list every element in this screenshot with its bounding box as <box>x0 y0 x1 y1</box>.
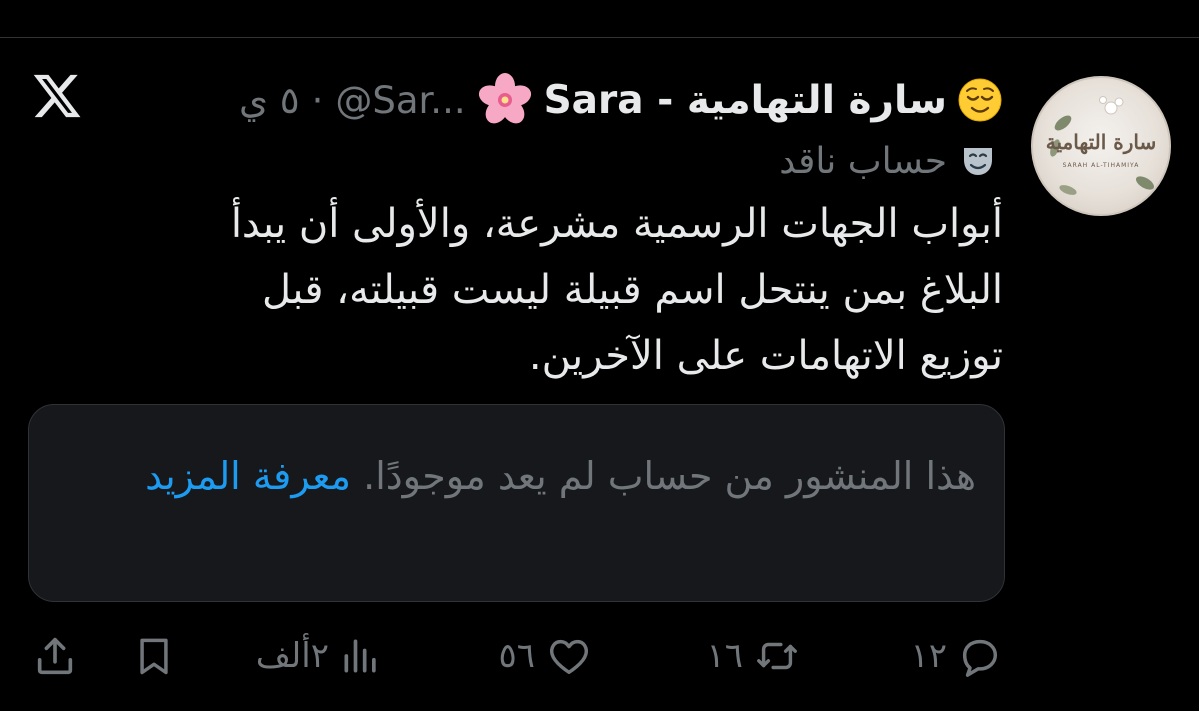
post-meta: ٥ ي · @Sar... <box>239 79 466 122</box>
views-count: ٢ألف <box>255 636 329 676</box>
like-count: ٥٦ <box>498 636 535 676</box>
views-button[interactable]: ٢ألف <box>256 628 383 684</box>
reply-button[interactable]: ١٢ <box>910 628 1003 684</box>
reply-icon <box>957 633 1003 679</box>
performing-arts-mask-icon <box>959 142 997 180</box>
repost-icon <box>753 633 801 679</box>
account-label-text: حساب ناقد <box>779 140 947 182</box>
learn-more-link[interactable]: معرفة المزيد <box>145 454 351 498</box>
heart-icon <box>545 633 593 679</box>
notice-text: هذا المنشور من حساب لم يعد موجودًا. <box>363 454 976 498</box>
avatar-subtitle: SARAH AL-TIHAMIYA <box>1062 162 1140 169</box>
x-logo-icon[interactable] <box>31 70 83 122</box>
share-button[interactable] <box>32 628 78 684</box>
repost-count: ١٦ <box>706 636 743 676</box>
account-label: حساب ناقد <box>779 136 997 186</box>
views-chart-icon <box>339 633 383 679</box>
unavailable-post-notice: هذا المنشور من حساب لم يعد موجودًا. معرف… <box>28 404 1005 602</box>
meta-separator: · <box>311 78 324 122</box>
bookmark-icon <box>132 633 176 679</box>
user-handle[interactable]: @Sar... <box>335 79 465 122</box>
display-name[interactable]: سارة التهامية - Sara <box>544 78 947 123</box>
avatar[interactable]: سارة التهامية SARAH AL-TIHAMIYA <box>1031 76 1171 216</box>
bookmark-button[interactable] <box>132 628 176 684</box>
post-page: سارة التهامية SARAH AL-TIHAMIYA سارة الت… <box>0 0 1199 711</box>
relieved-face-emoji-icon <box>957 77 1003 123</box>
share-icon <box>32 633 78 679</box>
top-divider <box>0 37 1199 38</box>
avatar-title: سارة التهامية <box>1045 130 1157 154</box>
reply-count: ١٢ <box>910 636 947 676</box>
action-bar: ١٢ ١٦ ٥٦ ٢ألف <box>0 628 1199 684</box>
like-button[interactable]: ٥٦ <box>498 628 593 684</box>
post-text: أبواب الجهات الرسمية مشرعة، والأولى أن ي… <box>230 201 1003 379</box>
repost-button[interactable]: ١٦ <box>706 628 801 684</box>
post-header: سارة التهامية - Sara ٥ ي · @Sar... <box>239 72 1003 128</box>
post-time[interactable]: ٥ ي <box>239 79 300 122</box>
notice-text-container: هذا المنشور من حساب لم يعد موجودًا. معرف… <box>116 445 976 507</box>
cherry-blossom-emoji-icon <box>476 71 534 129</box>
